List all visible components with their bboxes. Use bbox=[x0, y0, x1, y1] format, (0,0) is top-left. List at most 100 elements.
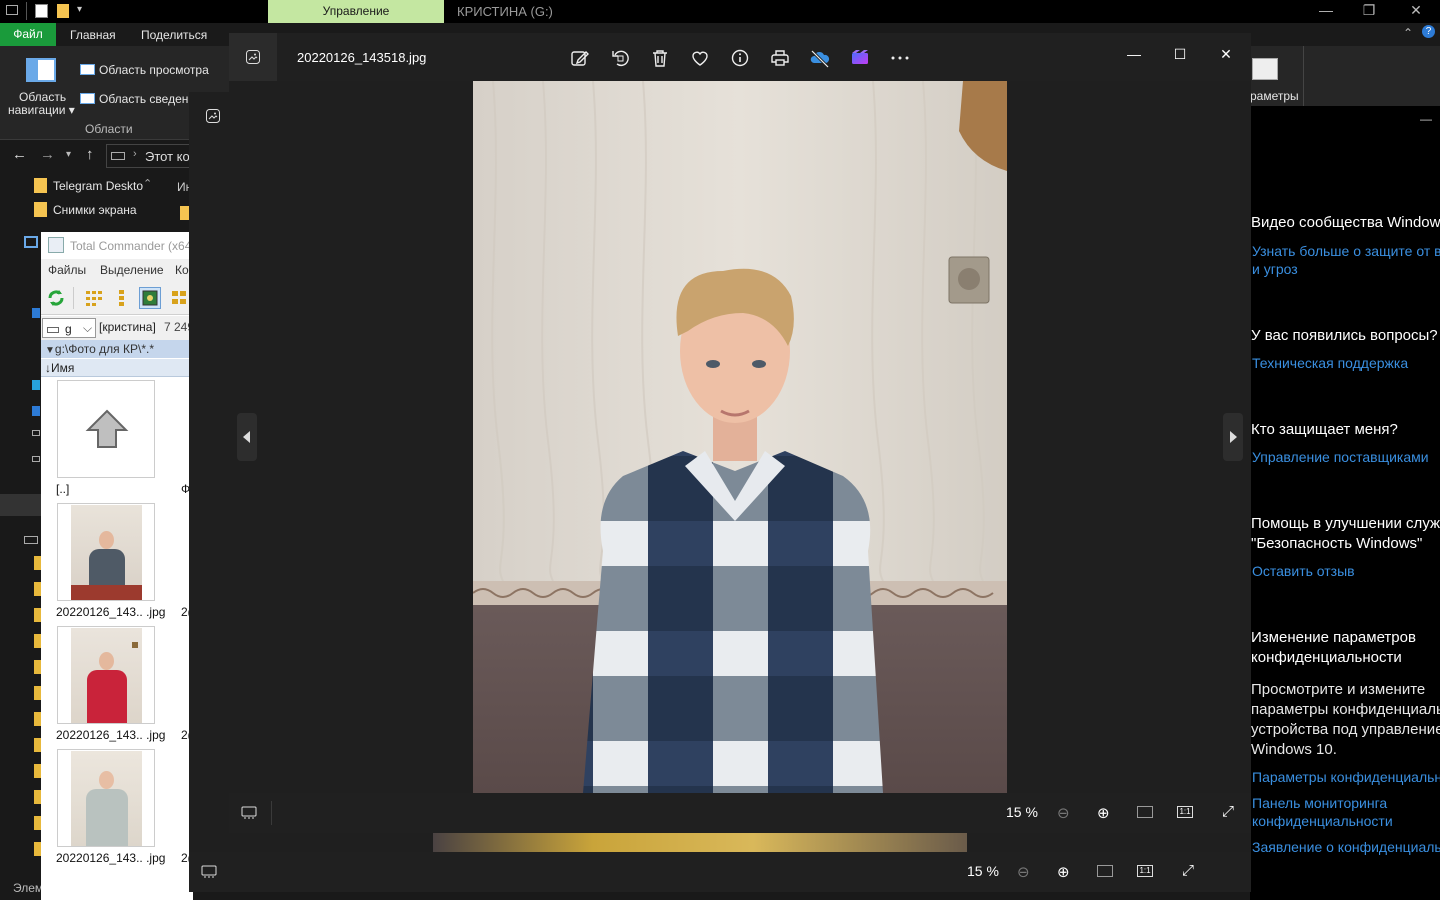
manage-providers-link[interactable]: Управление поставщиками bbox=[1252, 448, 1429, 466]
forward-icon[interactable]: → bbox=[40, 146, 55, 163]
rotate-icon[interactable] bbox=[609, 47, 631, 69]
thumbnails-view-icon[interactable] bbox=[139, 287, 161, 309]
parent-dir-label[interactable]: [..] bbox=[56, 482, 69, 496]
full-view-icon[interactable] bbox=[111, 287, 133, 309]
questions-heading: У вас появились вопросы? bbox=[1251, 327, 1438, 344]
zoom-in-icon[interactable]: ⊕ bbox=[1097, 804, 1110, 822]
explorer-close-button[interactable]: ✕ bbox=[1393, 2, 1439, 19]
favorite-icon[interactable] bbox=[689, 47, 711, 69]
network-drive-icon[interactable] bbox=[24, 536, 38, 544]
tc-current-path[interactable]: ▼g:\Фото для КР\*.* bbox=[41, 340, 193, 358]
minimize-icon[interactable]: — bbox=[1420, 112, 1432, 126]
close-button[interactable]: ✕ bbox=[1203, 39, 1249, 69]
details-pane-button[interactable]: Область сведени bbox=[80, 92, 195, 106]
tc-window-title: Total Commander (x64 bbox=[70, 239, 192, 253]
fit-to-window-icon[interactable] bbox=[1137, 806, 1153, 818]
this-pc-icon[interactable] bbox=[24, 236, 38, 248]
video-editor-icon[interactable] bbox=[849, 47, 871, 69]
desktop-icon[interactable] bbox=[32, 406, 40, 416]
privacy-heading: Изменение параметров bbox=[1251, 629, 1416, 646]
back-icon[interactable]: ← bbox=[12, 146, 27, 163]
tree-view-icon[interactable] bbox=[169, 287, 191, 309]
thumb-parent-dir[interactable] bbox=[57, 380, 155, 478]
onedrive-icon[interactable] bbox=[809, 47, 831, 69]
preview-pane-button[interactable]: Область просмотра bbox=[80, 63, 209, 77]
explorer-restore-button[interactable]: ❐ bbox=[1346, 2, 1392, 19]
privacy-settings-link[interactable]: Параметры конфиденциальн bbox=[1252, 768, 1440, 786]
tc-menu-files[interactable]: Файлы bbox=[48, 263, 86, 277]
learn-more-link-2[interactable]: и угроз bbox=[1252, 260, 1298, 278]
navigation-pane-icon[interactable] bbox=[26, 58, 56, 82]
refresh-icon[interactable] bbox=[45, 287, 67, 309]
more-icon[interactable] bbox=[889, 47, 911, 69]
fit-to-window-icon[interactable] bbox=[1097, 865, 1113, 877]
tab-home[interactable]: Главная bbox=[70, 28, 116, 42]
minimize-button[interactable]: — bbox=[1111, 39, 1157, 69]
tab-file[interactable]: Файл bbox=[0, 23, 56, 46]
maximize-button[interactable]: ☐ bbox=[1157, 39, 1203, 69]
tc-column-header-name[interactable]: ↓Имя bbox=[41, 359, 193, 377]
previous-photo-button[interactable] bbox=[237, 413, 257, 461]
filmstrip-icon[interactable] bbox=[201, 865, 217, 879]
brief-view-icon[interactable] bbox=[83, 287, 105, 309]
ribbon-collapse-icon[interactable]: ⌃ bbox=[1403, 26, 1413, 40]
privacy-dashboard-link[interactable]: Панель мониторинга bbox=[1252, 794, 1387, 812]
properties-icon[interactable] bbox=[35, 4, 48, 18]
learn-more-link[interactable]: Узнать больше о защите от в bbox=[1252, 242, 1440, 260]
file-label-3[interactable]: 20220126_143.. .jpg bbox=[56, 851, 165, 865]
explorer-minimize-button[interactable]: — bbox=[1303, 2, 1349, 18]
sidebar-item-screenshots[interactable]: Снимки экрана bbox=[34, 202, 137, 217]
breadcrumb[interactable]: Этот ко bbox=[145, 149, 190, 164]
thumb-photo-2[interactable] bbox=[57, 626, 155, 724]
folder-icon bbox=[34, 178, 47, 193]
drive-select[interactable]: g ⌵ bbox=[42, 318, 96, 338]
recent-locations-icon[interactable]: ▾ bbox=[66, 149, 71, 160]
fullscreen-icon[interactable]: ⤢ bbox=[1182, 862, 1194, 879]
privacy-dashboard-link-2[interactable]: конфиденциальности bbox=[1252, 812, 1393, 830]
drive-icon[interactable] bbox=[32, 430, 40, 436]
drive-icon[interactable] bbox=[32, 456, 40, 462]
zoom-in-icon[interactable]: ⊕ bbox=[1057, 863, 1070, 881]
privacy-statement-link[interactable]: Заявление о конфиденциаль bbox=[1252, 838, 1440, 856]
nav-pane-label-2[interactable]: навигации ▾ bbox=[8, 103, 75, 117]
actual-size-icon[interactable]: 1:1 bbox=[1177, 806, 1193, 818]
tech-support-link[interactable]: Техническая поддержка bbox=[1252, 354, 1408, 372]
this-pc-icon bbox=[111, 152, 125, 160]
actual-size-icon[interactable]: 1:1 bbox=[1137, 865, 1153, 877]
next-photo-button[interactable] bbox=[1223, 413, 1243, 461]
nav-pane-label-1[interactable]: Область bbox=[19, 90, 66, 104]
zoom-out-icon[interactable]: ⊖ bbox=[1057, 804, 1070, 822]
fullscreen-icon[interactable]: ⤢ bbox=[1222, 803, 1234, 820]
info-icon[interactable] bbox=[729, 47, 751, 69]
thumb-photo-1[interactable] bbox=[57, 503, 155, 601]
selected-drive-row[interactable] bbox=[0, 494, 44, 516]
tc-menu-selection[interactable]: Выделение bbox=[100, 263, 164, 277]
sidebar-item-telegram[interactable]: Telegram Deskto bbox=[34, 178, 143, 193]
photo-thumbnail bbox=[71, 628, 142, 723]
thumb-photo-3[interactable] bbox=[57, 749, 155, 847]
options-label[interactable]: раметры bbox=[1250, 89, 1299, 103]
print-icon[interactable] bbox=[769, 47, 791, 69]
tc-menu-commands[interactable]: Ко bbox=[175, 263, 189, 277]
tab-share[interactable]: Поделиться bbox=[141, 28, 207, 42]
tc-drive-bar: g ⌵ [кристина] 7 249 bbox=[41, 316, 193, 340]
help-icon[interactable]: ? bbox=[1422, 25, 1435, 38]
manage-context-tab[interactable]: Управление bbox=[268, 0, 444, 23]
downloads-icon[interactable] bbox=[32, 308, 40, 318]
quick-access-dropdown-icon[interactable]: ▾ bbox=[77, 4, 82, 15]
file-label-2[interactable]: 20220126_143.. .jpg bbox=[56, 728, 165, 742]
options-icon[interactable] bbox=[1252, 58, 1278, 80]
privacy-text-1: Просмотрите и измените bbox=[1251, 681, 1426, 698]
edit-icon[interactable] bbox=[569, 47, 591, 69]
filmstrip-icon[interactable] bbox=[241, 806, 257, 820]
zoom-out-icon[interactable]: ⊖ bbox=[1017, 863, 1030, 881]
give-feedback-link[interactable]: Оставить отзыв bbox=[1252, 562, 1355, 580]
file-label-1[interactable]: 20220126_143.. .jpg bbox=[56, 605, 165, 619]
new-folder-icon[interactable] bbox=[57, 4, 69, 18]
main-photo[interactable] bbox=[473, 81, 1007, 793]
delete-icon[interactable] bbox=[649, 47, 671, 69]
video-icon[interactable] bbox=[32, 380, 40, 390]
photos-app-button[interactable] bbox=[229, 33, 277, 81]
drive-icon bbox=[47, 327, 59, 333]
up-icon[interactable]: ↑ bbox=[86, 146, 94, 163]
